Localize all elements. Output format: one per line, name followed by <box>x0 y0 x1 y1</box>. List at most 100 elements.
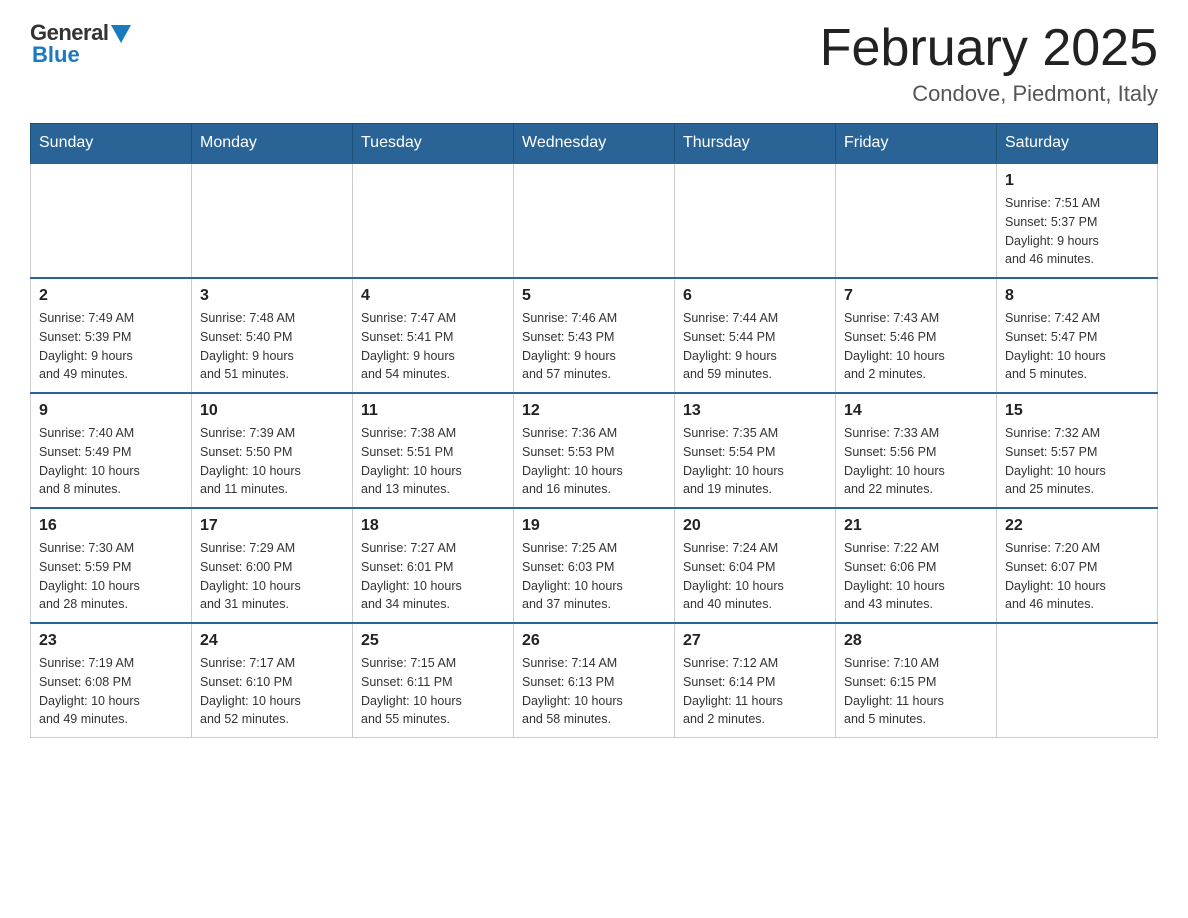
day-info: Sunrise: 7:20 AMSunset: 6:07 PMDaylight:… <box>1005 539 1149 614</box>
day-number: 16 <box>39 517 183 535</box>
day-number: 22 <box>1005 517 1149 535</box>
day-number: 5 <box>522 287 666 305</box>
day-info: Sunrise: 7:49 AMSunset: 5:39 PMDaylight:… <box>39 309 183 384</box>
calendar-day: 12 Sunrise: 7:36 AMSunset: 5:53 PMDayligh… <box>514 393 675 508</box>
day-info: Sunrise: 7:44 AMSunset: 5:44 PMDaylight:… <box>683 309 827 384</box>
day-info: Sunrise: 7:17 AMSunset: 6:10 PMDaylight:… <box>200 654 344 729</box>
week-row: 23 Sunrise: 7:19 AMSunset: 6:08 PMDayligh… <box>31 623 1158 738</box>
day-number: 23 <box>39 632 183 650</box>
day-number: 13 <box>683 402 827 420</box>
day-number: 24 <box>200 632 344 650</box>
logo-triangle-icon <box>111 25 131 43</box>
day-info: Sunrise: 7:32 AMSunset: 5:57 PMDaylight:… <box>1005 424 1149 499</box>
day-number: 15 <box>1005 402 1149 420</box>
calendar-table: SundayMondayTuesdayWednesdayThursdayFrid… <box>30 123 1158 738</box>
day-number: 19 <box>522 517 666 535</box>
day-info: Sunrise: 7:48 AMSunset: 5:40 PMDaylight:… <box>200 309 344 384</box>
day-info: Sunrise: 7:47 AMSunset: 5:41 PMDaylight:… <box>361 309 505 384</box>
month-title: February 2025 <box>820 20 1158 77</box>
calendar-day: 24 Sunrise: 7:17 AMSunset: 6:10 PMDayligh… <box>192 623 353 738</box>
calendar-day: 20Sunrise: 7:24 AMSunset: 6:04 PMDayligh… <box>675 508 836 623</box>
day-of-week-header: Monday <box>192 124 353 164</box>
day-info: Sunrise: 7:36 AMSunset: 5:53 PMDaylight:… <box>522 424 666 499</box>
week-row: 16 Sunrise: 7:30 AMSunset: 5:59 PMDayligh… <box>31 508 1158 623</box>
logo: General Blue <box>30 20 131 68</box>
day-number: 11 <box>361 402 505 420</box>
week-row: 1 Sunrise: 7:51 AMSunset: 5:37 PMDaylight… <box>31 163 1158 278</box>
day-info: Sunrise: 7:46 AMSunset: 5:43 PMDaylight:… <box>522 309 666 384</box>
day-number: 26 <box>522 632 666 650</box>
day-info: Sunrise: 7:10 AMSunset: 6:15 PMDaylight:… <box>844 654 988 729</box>
day-info: Sunrise: 7:19 AMSunset: 6:08 PMDaylight:… <box>39 654 183 729</box>
calendar-day: 18Sunrise: 7:27 AMSunset: 6:01 PMDayligh… <box>353 508 514 623</box>
calendar-day <box>836 163 997 278</box>
calendar-day: 26 Sunrise: 7:14 AMSunset: 6:13 PMDayligh… <box>514 623 675 738</box>
day-of-week-header: Friday <box>836 124 997 164</box>
day-number: 25 <box>361 632 505 650</box>
day-info: Sunrise: 7:38 AMSunset: 5:51 PMDaylight:… <box>361 424 505 499</box>
calendar-day: 19 Sunrise: 7:25 AMSunset: 6:03 PMDayligh… <box>514 508 675 623</box>
day-info: Sunrise: 7:22 AMSunset: 6:06 PMDaylight:… <box>844 539 988 614</box>
calendar-day: 1 Sunrise: 7:51 AMSunset: 5:37 PMDaylight… <box>997 163 1158 278</box>
title-block: February 2025 Condove, Piedmont, Italy <box>820 20 1158 107</box>
day-of-week-header: Tuesday <box>353 124 514 164</box>
week-row: 2Sunrise: 7:49 AMSunset: 5:39 PMDaylight… <box>31 278 1158 393</box>
page-header: General Blue February 2025 Condove, Pied… <box>30 20 1158 107</box>
day-info: Sunrise: 7:51 AMSunset: 5:37 PMDaylight:… <box>1005 194 1149 269</box>
calendar-day: 3 Sunrise: 7:48 AMSunset: 5:40 PMDaylight… <box>192 278 353 393</box>
calendar-header-row: SundayMondayTuesdayWednesdayThursdayFrid… <box>31 124 1158 164</box>
day-info: Sunrise: 7:39 AMSunset: 5:50 PMDaylight:… <box>200 424 344 499</box>
day-number: 12 <box>522 402 666 420</box>
day-number: 1 <box>1005 172 1149 190</box>
day-of-week-header: Wednesday <box>514 124 675 164</box>
calendar-day: 7 Sunrise: 7:43 AMSunset: 5:46 PMDaylight… <box>836 278 997 393</box>
day-number: 10 <box>200 402 344 420</box>
day-number: 21 <box>844 517 988 535</box>
location-text: Condove, Piedmont, Italy <box>820 81 1158 107</box>
calendar-day <box>353 163 514 278</box>
calendar-day: 5 Sunrise: 7:46 AMSunset: 5:43 PMDaylight… <box>514 278 675 393</box>
day-info: Sunrise: 7:29 AMSunset: 6:00 PMDaylight:… <box>200 539 344 614</box>
calendar-day: 4Sunrise: 7:47 AMSunset: 5:41 PMDaylight… <box>353 278 514 393</box>
calendar-day: 10 Sunrise: 7:39 AMSunset: 5:50 PMDayligh… <box>192 393 353 508</box>
calendar-day: 23 Sunrise: 7:19 AMSunset: 6:08 PMDayligh… <box>31 623 192 738</box>
day-info: Sunrise: 7:42 AMSunset: 5:47 PMDaylight:… <box>1005 309 1149 384</box>
day-info: Sunrise: 7:27 AMSunset: 6:01 PMDaylight:… <box>361 539 505 614</box>
day-of-week-header: Saturday <box>997 124 1158 164</box>
day-number: 8 <box>1005 287 1149 305</box>
day-number: 14 <box>844 402 988 420</box>
calendar-day: 25 Sunrise: 7:15 AMSunset: 6:11 PMDayligh… <box>353 623 514 738</box>
calendar-day: 21 Sunrise: 7:22 AMSunset: 6:06 PMDayligh… <box>836 508 997 623</box>
calendar-day <box>997 623 1158 738</box>
day-number: 28 <box>844 632 988 650</box>
day-info: Sunrise: 7:14 AMSunset: 6:13 PMDaylight:… <box>522 654 666 729</box>
day-info: Sunrise: 7:43 AMSunset: 5:46 PMDaylight:… <box>844 309 988 384</box>
day-info: Sunrise: 7:15 AMSunset: 6:11 PMDaylight:… <box>361 654 505 729</box>
calendar-day <box>514 163 675 278</box>
day-number: 7 <box>844 287 988 305</box>
day-info: Sunrise: 7:24 AMSunset: 6:04 PMDaylight:… <box>683 539 827 614</box>
logo-blue-text: Blue <box>32 42 80 68</box>
day-number: 27 <box>683 632 827 650</box>
day-info: Sunrise: 7:30 AMSunset: 5:59 PMDaylight:… <box>39 539 183 614</box>
calendar-day <box>192 163 353 278</box>
calendar-day: 22 Sunrise: 7:20 AMSunset: 6:07 PMDayligh… <box>997 508 1158 623</box>
calendar-day: 17 Sunrise: 7:29 AMSunset: 6:00 PMDayligh… <box>192 508 353 623</box>
calendar-day: 16 Sunrise: 7:30 AMSunset: 5:59 PMDayligh… <box>31 508 192 623</box>
calendar-day: 15 Sunrise: 7:32 AMSunset: 5:57 PMDayligh… <box>997 393 1158 508</box>
day-of-week-header: Sunday <box>31 124 192 164</box>
day-number: 9 <box>39 402 183 420</box>
calendar-day: 14Sunrise: 7:33 AMSunset: 5:56 PMDayligh… <box>836 393 997 508</box>
calendar-day <box>675 163 836 278</box>
day-number: 3 <box>200 287 344 305</box>
calendar-day: 9 Sunrise: 7:40 AMSunset: 5:49 PMDaylight… <box>31 393 192 508</box>
calendar-day: 11 Sunrise: 7:38 AMSunset: 5:51 PMDayligh… <box>353 393 514 508</box>
day-number: 17 <box>200 517 344 535</box>
week-row: 9 Sunrise: 7:40 AMSunset: 5:49 PMDaylight… <box>31 393 1158 508</box>
day-number: 6 <box>683 287 827 305</box>
day-info: Sunrise: 7:40 AMSunset: 5:49 PMDaylight:… <box>39 424 183 499</box>
calendar-day: 27Sunrise: 7:12 AMSunset: 6:14 PMDayligh… <box>675 623 836 738</box>
calendar-day: 28 Sunrise: 7:10 AMSunset: 6:15 PMDayligh… <box>836 623 997 738</box>
calendar-day: 13Sunrise: 7:35 AMSunset: 5:54 PMDayligh… <box>675 393 836 508</box>
day-info: Sunrise: 7:25 AMSunset: 6:03 PMDaylight:… <box>522 539 666 614</box>
